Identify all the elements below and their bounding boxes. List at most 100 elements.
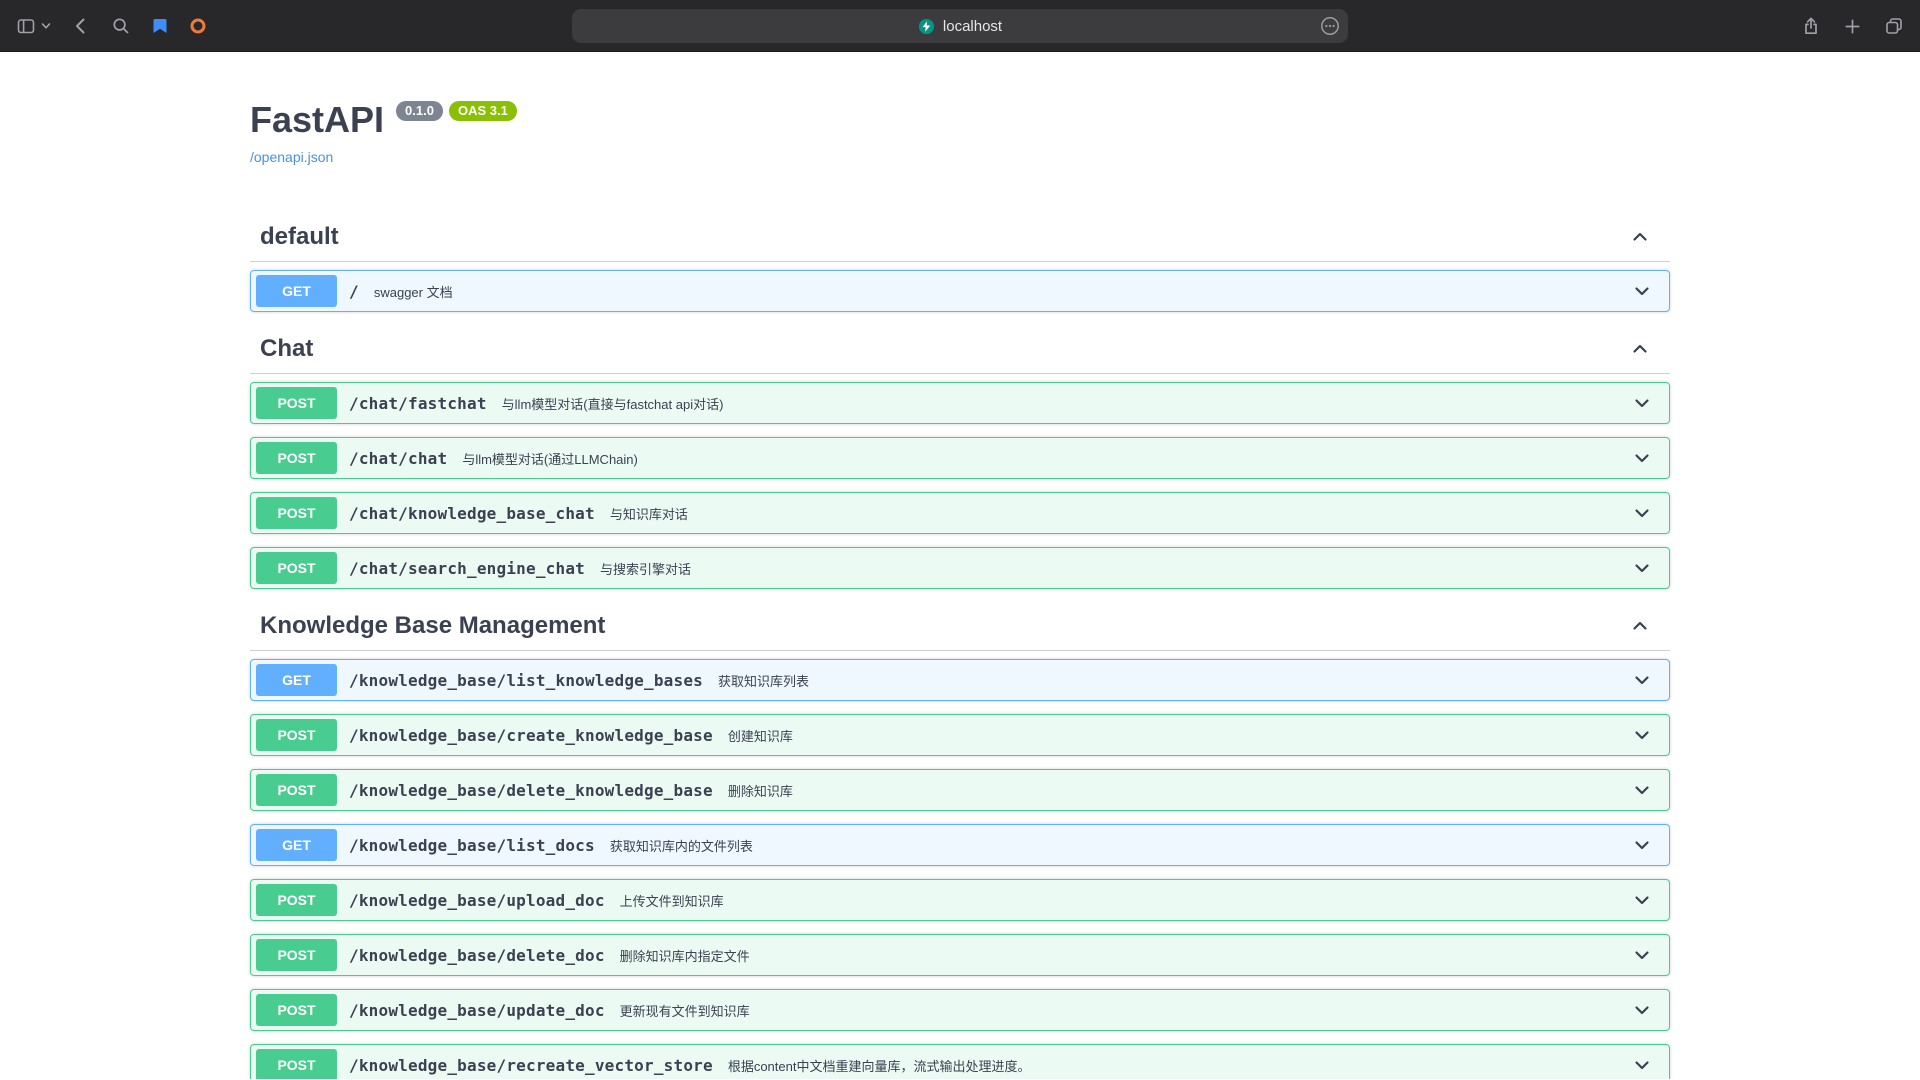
- fastapi-favicon: [918, 18, 935, 35]
- api-sections: default GET / swagger 文档 Chat POST /chat…: [250, 213, 1670, 1079]
- section-header[interactable]: Knowledge Base Management: [250, 602, 1670, 651]
- page-settings-button[interactable]: [1319, 15, 1341, 37]
- openapi-json-link[interactable]: /openapi.json: [250, 148, 333, 166]
- search-button[interactable]: [111, 16, 131, 36]
- method-badge: POST: [256, 442, 337, 474]
- operation-summary: 获取知识库内的文件列表: [610, 836, 753, 855]
- sidebar-toggle-icon: [16, 16, 36, 36]
- section-operations: GET / swagger 文档: [250, 270, 1670, 312]
- oas-badge: OAS 3.1: [449, 101, 517, 121]
- expand-operation-icon: [1632, 393, 1652, 413]
- api-info-block: FastAPI 0.1.0 OAS 3.1 /openapi.json: [250, 52, 1670, 167]
- method-badge: GET: [256, 275, 337, 307]
- operation-row[interactable]: POST /knowledge_base/update_doc 更新现有文件到知…: [250, 989, 1670, 1031]
- tab-overview-button[interactable]: [1884, 16, 1904, 36]
- operation-row[interactable]: POST /chat/fastchat 与llm模型对话(直接与fastchat…: [250, 382, 1670, 424]
- expand-operation-icon: [1632, 890, 1652, 910]
- operation-path: /knowledge_base/list_knowledge_bases: [349, 671, 703, 690]
- operation-row[interactable]: POST /knowledge_base/recreate_vector_sto…: [250, 1044, 1670, 1079]
- extension-orange-button[interactable]: [189, 17, 207, 35]
- operation-summary: 获取知识库列表: [718, 671, 809, 690]
- url-bar[interactable]: localhost: [572, 9, 1348, 43]
- operation-path: /chat/knowledge_base_chat: [349, 504, 595, 523]
- operation-path: /knowledge_base/update_doc: [349, 1001, 605, 1020]
- ellipsis-circle-icon: [1319, 15, 1341, 37]
- operation-row[interactable]: POST /knowledge_base/delete_doc 删除知识库内指定…: [250, 934, 1670, 976]
- expand-operation-icon: [1632, 725, 1652, 745]
- operation-summary: 更新现有文件到知识库: [620, 1001, 750, 1020]
- operation-row[interactable]: POST /knowledge_base/upload_doc 上传文件到知识库: [250, 879, 1670, 921]
- operation-summary: 创建知识库: [728, 726, 793, 745]
- section-title: default: [260, 223, 339, 251]
- extension-blue-icon: [151, 17, 169, 35]
- extension-orange-icon: [189, 17, 207, 35]
- operation-summary: 与知识库对话: [610, 504, 688, 523]
- method-badge: POST: [256, 884, 337, 916]
- section-header[interactable]: default: [250, 213, 1670, 262]
- plus-icon: [1843, 17, 1862, 36]
- collapse-section-icon: [1630, 616, 1650, 636]
- operation-summary: 与搜索引擎对话: [600, 559, 691, 578]
- extension-blue-button[interactable]: [151, 17, 169, 35]
- operation-path: /knowledge_base/recreate_vector_store: [349, 1056, 713, 1075]
- method-badge: POST: [256, 994, 337, 1026]
- toolbar-right-group: [1801, 0, 1904, 52]
- api-title-text: FastAPI: [250, 98, 384, 142]
- section-header[interactable]: Chat: [250, 325, 1670, 374]
- operation-path: /chat/search_engine_chat: [349, 559, 585, 578]
- operation-row[interactable]: POST /chat/knowledge_base_chat 与知识库对话: [250, 492, 1670, 534]
- operation-summary: 根据content中文档重建向量库，流式输出处理进度。: [728, 1056, 1031, 1075]
- expand-operation-icon: [1632, 945, 1652, 965]
- sidebar-toggle-button[interactable]: [16, 16, 36, 36]
- operation-path: /chat/chat: [349, 449, 447, 468]
- operation-path: /knowledge_base/list_docs: [349, 836, 595, 855]
- operation-path: /knowledge_base/delete_knowledge_base: [349, 781, 713, 800]
- operation-row[interactable]: GET /knowledge_base/list_docs 获取知识库内的文件列…: [250, 824, 1670, 866]
- method-badge: POST: [256, 774, 337, 806]
- section-operations: POST /chat/fastchat 与llm模型对话(直接与fastchat…: [250, 382, 1670, 589]
- new-tab-button[interactable]: [1843, 17, 1862, 36]
- method-badge: POST: [256, 552, 337, 584]
- version-badge: 0.1.0: [396, 101, 443, 121]
- back-button[interactable]: [71, 16, 91, 36]
- operation-path: /knowledge_base/delete_doc: [349, 946, 605, 965]
- sidebar-dropdown-button[interactable]: [41, 21, 51, 31]
- search-icon: [111, 16, 131, 36]
- method-badge: GET: [256, 664, 337, 696]
- operation-row[interactable]: POST /chat/search_engine_chat 与搜索引擎对话: [250, 547, 1670, 589]
- method-badge: POST: [256, 1049, 337, 1079]
- method-badge: POST: [256, 387, 337, 419]
- method-badge: POST: [256, 719, 337, 751]
- operation-summary: 上传文件到知识库: [620, 891, 724, 910]
- share-icon: [1801, 16, 1821, 36]
- expand-operation-icon: [1632, 670, 1652, 690]
- operation-summary: swagger 文档: [374, 282, 453, 301]
- expand-operation-icon: [1632, 780, 1652, 800]
- url-text: localhost: [943, 18, 1002, 35]
- operation-path: /: [349, 282, 359, 301]
- api-section: Chat POST /chat/fastchat 与llm模型对话(直接与fas…: [250, 325, 1670, 589]
- section-title: Knowledge Base Management: [260, 612, 605, 640]
- operation-path: /chat/fastchat: [349, 394, 487, 413]
- operation-row[interactable]: GET /knowledge_base/list_knowledge_bases…: [250, 659, 1670, 701]
- back-icon: [71, 16, 91, 36]
- operation-row[interactable]: POST /chat/chat 与llm模型对话(通过LLMChain): [250, 437, 1670, 479]
- api-title: FastAPI 0.1.0 OAS 3.1: [250, 98, 1670, 142]
- operation-summary: 删除知识库: [728, 781, 793, 800]
- method-badge: GET: [256, 829, 337, 861]
- expand-operation-icon: [1632, 558, 1652, 578]
- expand-operation-icon: [1632, 1000, 1652, 1020]
- operation-summary: 与llm模型对话(通过LLMChain): [462, 449, 638, 468]
- operation-row[interactable]: POST /knowledge_base/create_knowledge_ba…: [250, 714, 1670, 756]
- api-section: default GET / swagger 文档: [250, 213, 1670, 312]
- operation-row[interactable]: GET / swagger 文档: [250, 270, 1670, 312]
- operation-path: /knowledge_base/upload_doc: [349, 891, 605, 910]
- api-section: Knowledge Base Management GET /knowledge…: [250, 602, 1670, 1079]
- operation-row[interactable]: POST /knowledge_base/delete_knowledge_ba…: [250, 769, 1670, 811]
- operation-summary: 与llm模型对话(直接与fastchat api对话): [502, 394, 724, 413]
- expand-operation-icon: [1632, 281, 1652, 301]
- share-button[interactable]: [1801, 16, 1821, 36]
- expand-operation-icon: [1632, 1055, 1652, 1075]
- expand-operation-icon: [1632, 835, 1652, 855]
- toolbar-left-group: [16, 16, 207, 36]
